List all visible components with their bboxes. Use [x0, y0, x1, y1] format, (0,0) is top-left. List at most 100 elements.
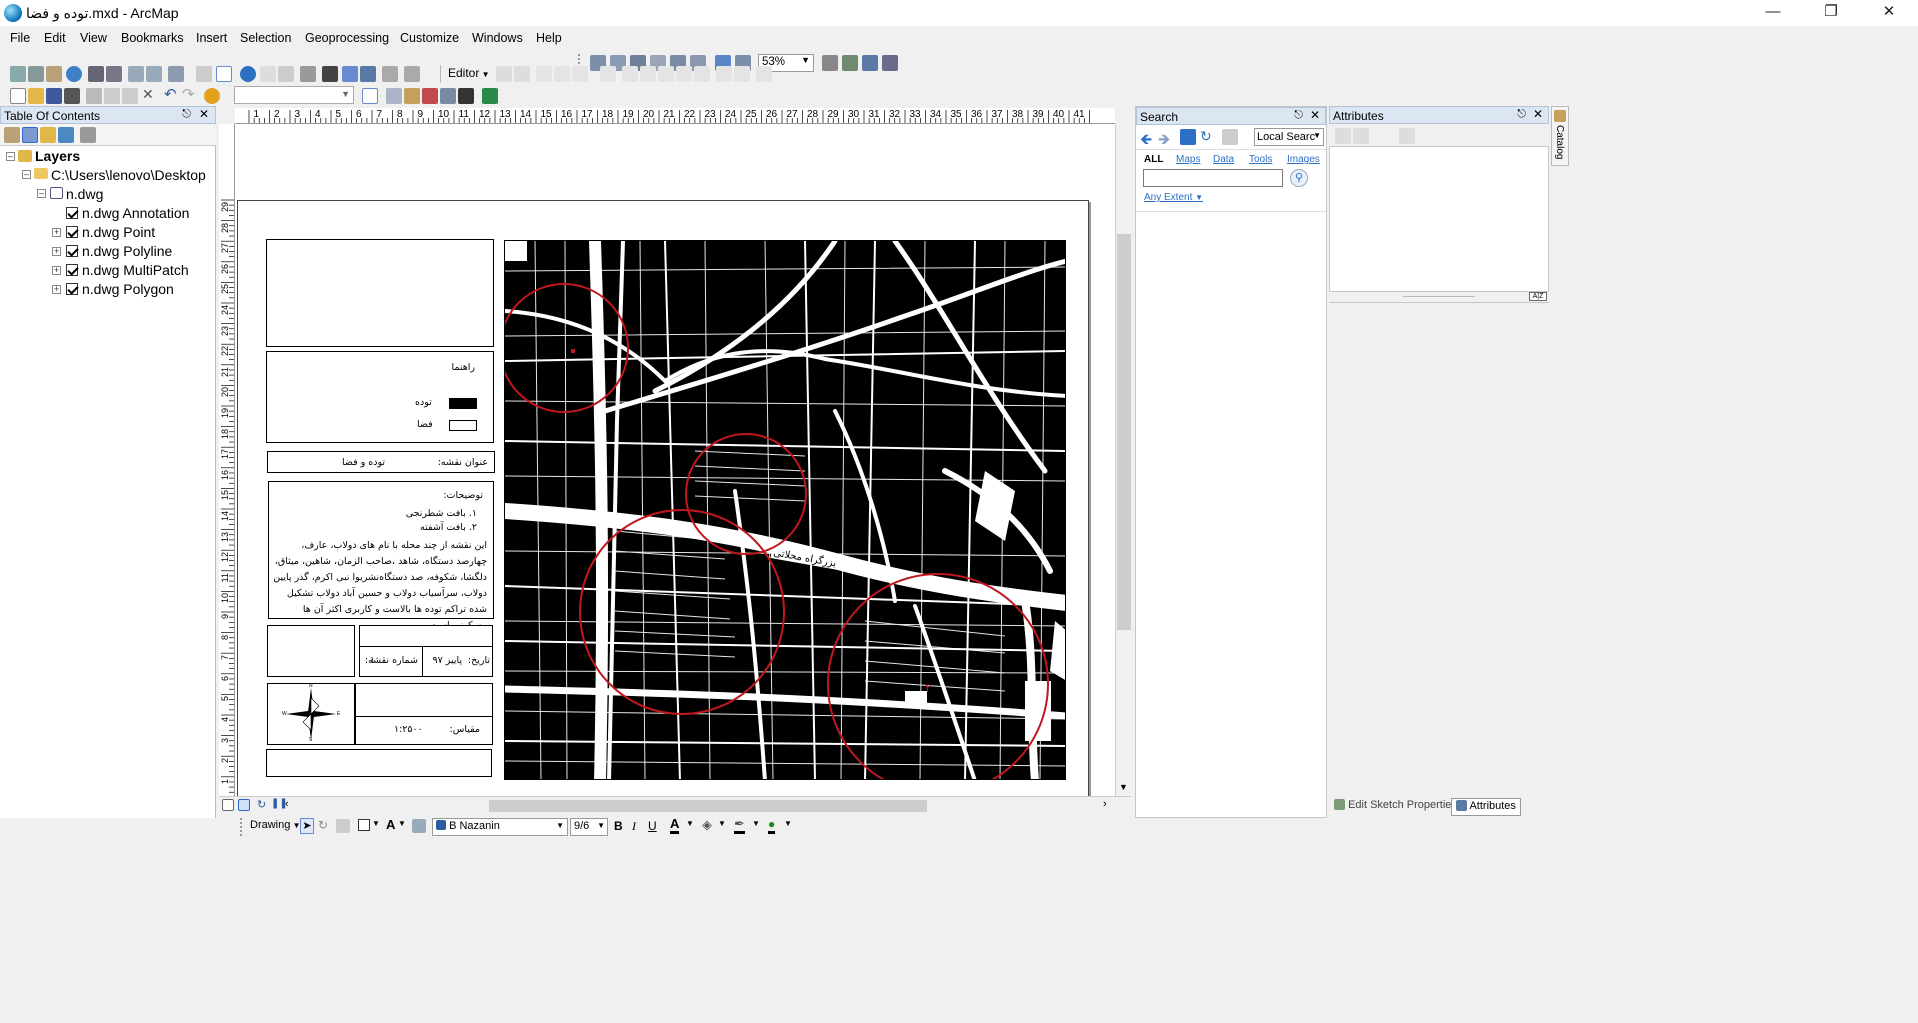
layer-point[interactable]: n.dwg Point	[82, 224, 155, 240]
chevron-down-icon[interactable]: ▼	[784, 819, 792, 828]
catalog-side-tab[interactable]: Catalog	[1551, 106, 1569, 166]
expand-multipatch-icon[interactable]: +	[52, 266, 61, 275]
toolbar-grip[interactable]	[240, 818, 246, 836]
pin-icon[interactable]: ⎋	[182, 108, 191, 121]
rectangle-tool-icon[interactable]	[358, 819, 370, 831]
close-button[interactable]: ✕	[1866, 0, 1912, 26]
search-close-icon[interactable]: ✕	[1310, 108, 1320, 122]
scroll-right-icon[interactable]: ›	[1103, 798, 1107, 810]
bold-button[interactable]: B	[614, 819, 623, 833]
collapse-group-icon[interactable]: –	[37, 189, 46, 198]
minimize-button[interactable]: —	[1750, 0, 1796, 26]
go-to-xy-icon[interactable]	[360, 66, 376, 82]
pan-hand-icon[interactable]	[46, 66, 62, 82]
cut-icon[interactable]	[86, 88, 102, 104]
menu-geoprocessing[interactable]: Geoprocessing	[305, 31, 389, 45]
maximize-button[interactable]: ❐	[1808, 0, 1854, 26]
html-popup-icon[interactable]	[278, 66, 294, 82]
legend-frame[interactable]: راهنما توده فضا	[266, 351, 494, 443]
font-color-icon[interactable]: A	[670, 817, 680, 834]
search-tab-images[interactable]: Images	[1287, 154, 1320, 165]
search-tab-maps[interactable]: Maps	[1176, 154, 1200, 165]
split-icon[interactable]	[676, 66, 692, 82]
attributes-grid[interactable]	[1329, 302, 1549, 792]
print-icon[interactable]	[64, 88, 80, 104]
hyperlink-icon[interactable]	[260, 66, 276, 82]
description-frame[interactable]: توضیحات: ۱. بافت شطرنجی ۲. بافت آشفته ای…	[268, 481, 494, 631]
zoom-out-icon[interactable]	[28, 66, 44, 82]
layout-view-button-icon[interactable]	[238, 799, 250, 811]
search-tab-all[interactable]: ALL	[1144, 154, 1163, 165]
search-tab-tools[interactable]: Tools	[1249, 154, 1272, 165]
undo-icon[interactable]: ↶	[164, 85, 177, 103]
layout-page[interactable]: راهنما توده فضا عنوان نقشه: توده و فضا ت…	[237, 200, 1089, 796]
attributes-options-icon[interactable]	[1399, 128, 1415, 144]
search-options-icon[interactable]	[1222, 129, 1238, 145]
menu-file[interactable]: File	[10, 31, 30, 45]
drawing-menu[interactable]: Drawing ▼	[250, 819, 301, 831]
new-document-icon[interactable]	[10, 88, 26, 104]
delete-icon[interactable]: ✕	[142, 86, 154, 103]
create-viewer-icon[interactable]	[404, 66, 420, 82]
select-features-icon[interactable]	[168, 66, 184, 82]
search-home-icon[interactable]	[1180, 129, 1196, 145]
attributes-tree[interactable]	[1329, 146, 1549, 292]
zoom-to-elements-icon[interactable]	[336, 819, 350, 833]
edit-vertices-drawing-icon[interactable]	[412, 819, 426, 833]
end-point-arc-icon[interactable]	[554, 66, 570, 82]
menu-edit[interactable]: Edit	[44, 31, 66, 45]
attributes-icon[interactable]	[716, 66, 732, 82]
layer-annotation[interactable]: n.dwg Annotation	[82, 205, 189, 221]
underline-button[interactable]: U	[648, 819, 657, 833]
sketch-properties-icon[interactable]	[734, 66, 750, 82]
add-data-icon[interactable]	[204, 88, 220, 104]
italic-button[interactable]: I	[632, 819, 636, 834]
measure-icon[interactable]	[300, 66, 316, 82]
data-view-button-icon[interactable]	[222, 799, 234, 811]
chevron-down-icon[interactable]: ▼	[718, 819, 726, 828]
back-icon[interactable]	[128, 66, 144, 82]
menu-customize[interactable]: Customize	[400, 31, 459, 45]
scale-frame[interactable]: مقیاس: ۱:۲۵۰۰	[355, 683, 493, 745]
menu-insert[interactable]: Insert	[196, 31, 227, 45]
search-input[interactable]	[1143, 169, 1283, 187]
chevron-down-icon[interactable]: ▼	[752, 819, 760, 828]
hscroll-thumb[interactable]	[489, 800, 927, 812]
model-builder-icon[interactable]	[482, 88, 498, 104]
logo-frame[interactable]	[266, 239, 494, 347]
catalog-window-icon[interactable]	[404, 88, 420, 104]
info-frame[interactable]: تاریخ: پاییز ۹۷ شماره نقشه: ۱	[359, 625, 493, 677]
select-elements-arrow-icon[interactable]	[216, 66, 232, 82]
edit-vertices-icon[interactable]	[622, 66, 638, 82]
bottom-frame[interactable]	[266, 749, 492, 777]
attributes-sort-icon[interactable]	[1335, 128, 1351, 144]
zoom-in-icon[interactable]	[10, 66, 26, 82]
edit-tool-icon[interactable]	[496, 66, 512, 82]
layer-polyline[interactable]: n.dwg Polyline	[82, 243, 172, 259]
create-features-icon[interactable]	[756, 66, 772, 82]
chevron-down-icon[interactable]: ▼	[686, 819, 694, 828]
editor-toolbar-icon[interactable]	[362, 88, 378, 104]
clear-selection-icon[interactable]	[196, 66, 212, 82]
open-folder-icon[interactable]	[28, 88, 44, 104]
chevron-down-icon[interactable]: ▼	[398, 819, 406, 828]
text-tool-icon[interactable]: A	[386, 817, 395, 832]
layer-polygon[interactable]: n.dwg Polygon	[82, 281, 174, 297]
font-size-select[interactable]: 9/6 ▼	[570, 818, 608, 836]
time-slider-icon[interactable]	[382, 66, 398, 82]
list-by-selection-icon[interactable]	[58, 127, 74, 143]
toc-window-icon[interactable]	[386, 88, 402, 104]
redo-icon[interactable]: ↷	[182, 85, 195, 103]
pin-icon[interactable]: ⎋	[1517, 108, 1526, 121]
marker-color-icon[interactable]: ●	[768, 817, 776, 834]
font-select[interactable]: B Nazanin ▼	[432, 818, 568, 836]
scroll-down-icon[interactable]: ▼	[1119, 782, 1128, 792]
layer-checkbox-polyline[interactable]	[66, 245, 78, 257]
search-tab-data[interactable]: Data	[1213, 154, 1234, 165]
fixed-zoom-out-map-icon[interactable]	[106, 66, 122, 82]
reshape-icon[interactable]	[640, 66, 656, 82]
scroll-left-icon[interactable]: ‹	[285, 798, 289, 810]
collapse-folder-icon[interactable]: –	[22, 170, 31, 179]
find-binoculars-icon[interactable]	[322, 66, 338, 82]
collapse-layers-icon[interactable]: –	[6, 152, 15, 161]
